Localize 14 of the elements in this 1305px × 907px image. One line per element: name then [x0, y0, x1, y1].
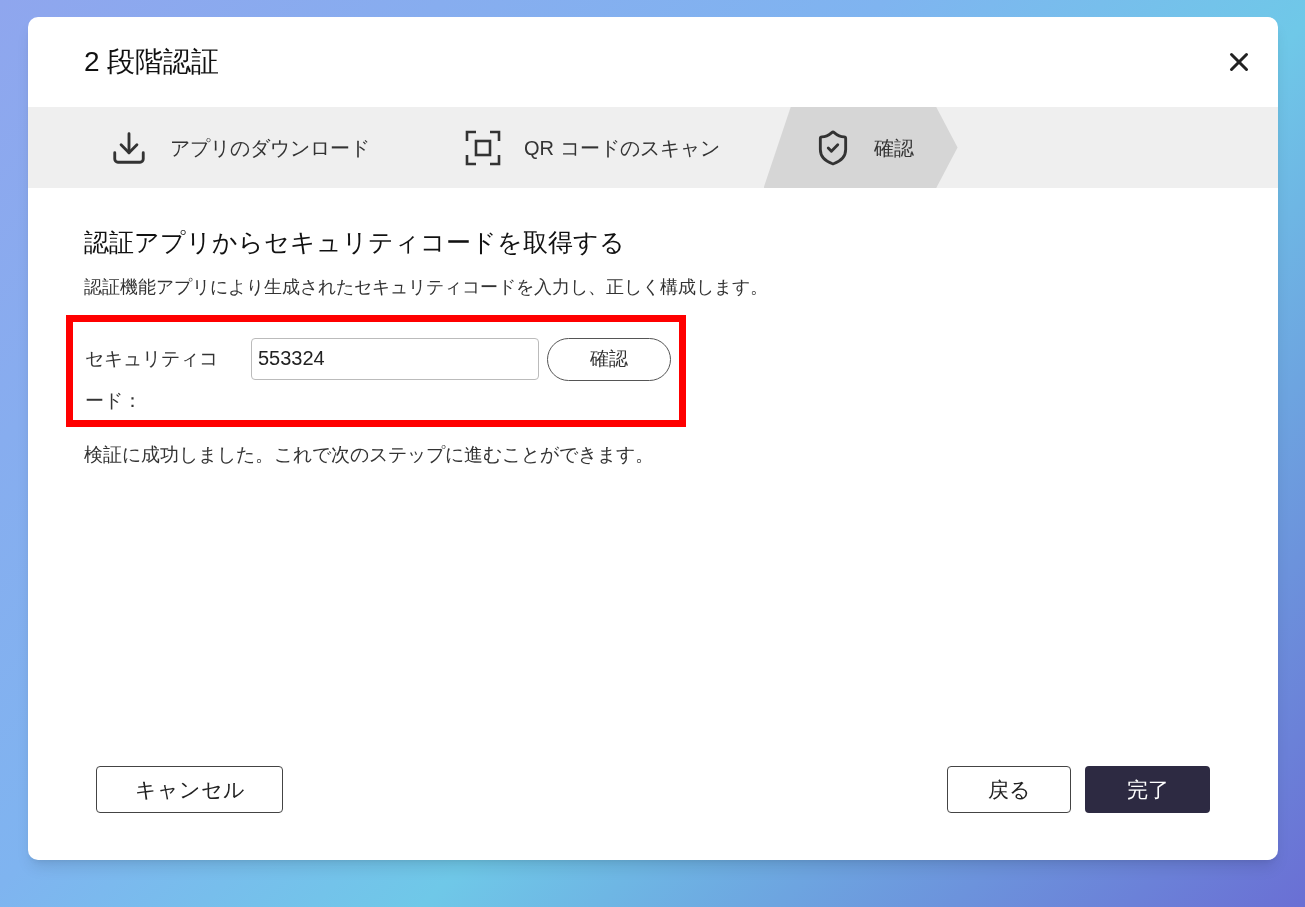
back-button[interactable]: 戻る: [947, 766, 1071, 813]
step-tab[interactable]: 確認: [763, 107, 958, 188]
success-message: 検証に成功しました。これで次のステップに進むことができます。: [84, 442, 655, 467]
step-tab[interactable]: アプリのダウンロード: [60, 107, 414, 188]
description-text: 認証機能アプリにより生成されたセキュリティコードを入力し、正しく構成します。: [84, 275, 769, 299]
scan-frame-icon: [464, 128, 502, 167]
section-heading: 認証アプリからセキュリティコードを取得する: [84, 227, 626, 258]
finish-button[interactable]: 完了: [1085, 766, 1210, 813]
step-tab[interactable]: QR コードのスキャン: [414, 107, 764, 188]
security-code-input[interactable]: 553324: [251, 337, 539, 380]
dialog-title: 2 段階認証: [84, 45, 220, 79]
cancel-button[interactable]: キャンセル: [96, 766, 283, 813]
verify-button[interactable]: 確認: [547, 337, 671, 381]
field-label: セキュリティコード：: [85, 346, 219, 413]
